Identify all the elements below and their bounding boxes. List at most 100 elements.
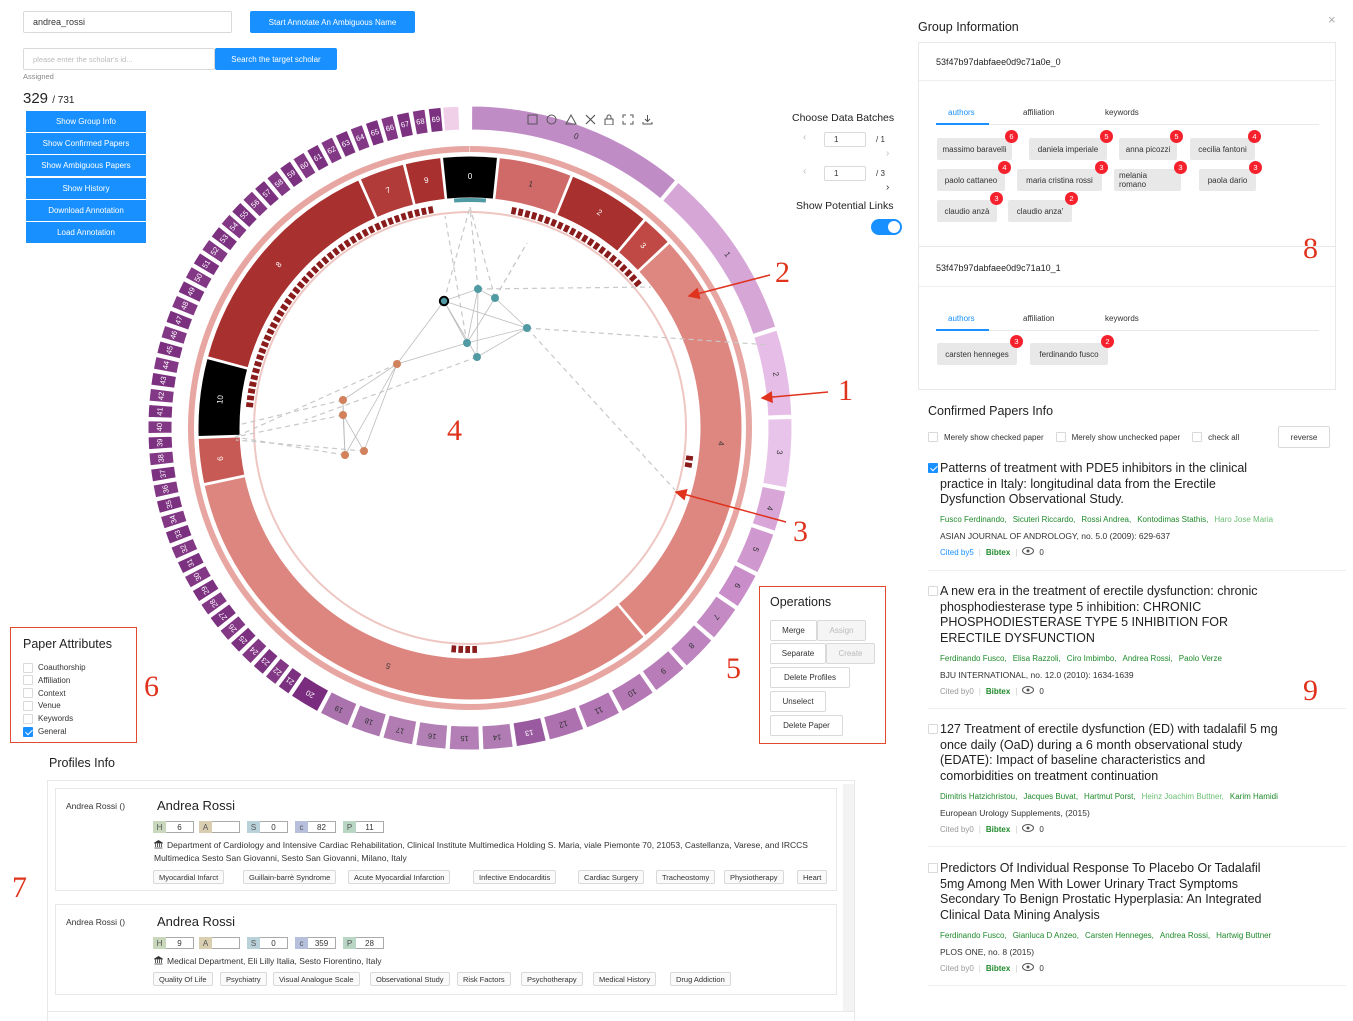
attribute-checkbox-context[interactable] <box>23 688 33 699</box>
profile-keyword[interactable]: Physiotherapy <box>724 870 784 884</box>
bibtex-link[interactable]: Bibtex <box>986 825 1010 834</box>
paper-author[interactable]: Hartmut Porst, <box>1084 792 1136 801</box>
paper-author[interactable]: Andrea Rossi, <box>1123 654 1173 663</box>
author-chip[interactable]: melania romano 3 <box>1114 161 1187 191</box>
paper-author[interactable]: Karim Hamidi <box>1230 792 1278 801</box>
check-all-checkbox[interactable] <box>1192 432 1203 442</box>
start-annotate-button[interactable]: Start Annotate An Ambiguous Name <box>250 11 415 33</box>
author-chip[interactable]: massimo baravelli 6 <box>937 130 1018 160</box>
author-chip[interactable]: claudio anzà 3 <box>937 192 1003 222</box>
inner-ring-segment[interactable] <box>206 179 377 369</box>
checked-only-checkbox[interactable] <box>928 432 938 442</box>
bibtex-link[interactable]: Bibtex <box>986 964 1010 973</box>
profile-keyword[interactable]: Myocardial Infarct <box>153 870 225 884</box>
paper-node[interactable] <box>339 396 347 404</box>
fullscreen-icon[interactable] <box>622 114 634 125</box>
group-info-close-icon[interactable]: × <box>1328 12 1336 27</box>
paper-node[interactable] <box>463 339 471 347</box>
square-select-icon[interactable] <box>527 114 538 125</box>
bibtex-link[interactable]: Bibtex <box>986 548 1010 557</box>
circle-select-icon[interactable] <box>546 114 557 125</box>
group-tab-authors[interactable]: authors <box>948 314 975 323</box>
paper-checkbox[interactable] <box>928 724 938 734</box>
menu-button-show-history[interactable]: Show History <box>26 178 146 199</box>
profile-keyword[interactable]: Medical History <box>593 972 657 986</box>
paper-author[interactable]: Gianluca D Anzeo, <box>1013 931 1079 940</box>
attribute-checkbox-venue[interactable] <box>23 700 33 711</box>
attribute-row-venue[interactable]: Venue <box>23 700 61 711</box>
paper-author[interactable]: Kontodimas Stathis, <box>1137 515 1208 524</box>
author-chip[interactable]: anna picozzi 5 <box>1119 130 1183 160</box>
scholar-id-input[interactable]: please enter the scholar's id... <box>23 48 215 70</box>
author-chip[interactable]: carsten henneges 3 <box>937 335 1023 365</box>
paper-author[interactable]: Heinz Joachim Buttner, <box>1142 792 1224 801</box>
attribute-row-context[interactable]: Context <box>23 688 66 699</box>
paper-author[interactable]: Rossi Andrea, <box>1081 515 1131 524</box>
profile-keyword[interactable]: Heart <box>797 870 828 884</box>
merge-button[interactable]: Merge <box>770 620 817 641</box>
profile-keyword[interactable]: Acute Myocardial Infarction <box>348 870 451 884</box>
lock-icon[interactable] <box>604 114 614 125</box>
author-chip[interactable]: paolo cattaneo 4 <box>937 161 1011 191</box>
paper-node[interactable] <box>339 411 347 419</box>
batch1-input[interactable]: 1 <box>824 132 866 147</box>
author-chip[interactable]: cecilia fantoni 4 <box>1190 130 1261 160</box>
batch2-next-icon[interactable]: › <box>886 182 889 193</box>
profile-keyword[interactable]: Psychiatry <box>220 972 267 986</box>
paper-author[interactable]: Jacques Buvat, <box>1023 792 1078 801</box>
profile-keyword[interactable]: Risk Factors <box>457 972 511 986</box>
paper-author[interactable]: Dimitris Hatzichristou, <box>940 792 1017 801</box>
profiles-scrollbar[interactable] <box>843 784 854 1012</box>
potential-links-toggle[interactable] <box>871 219 902 235</box>
paper-cited[interactable]: Cited by0 <box>940 964 974 973</box>
paper-cited[interactable]: Cited by5 <box>940 548 974 557</box>
group-tab-keywords[interactable]: keywords <box>1105 314 1139 323</box>
group-tab-keywords[interactable]: keywords <box>1105 108 1139 117</box>
profile-keyword[interactable]: Visual Analogue Scale <box>273 972 360 986</box>
paper-title[interactable]: A new era in the treatment of erectile d… <box>940 584 1280 646</box>
paper-node[interactable] <box>474 285 482 293</box>
attribute-checkbox-coauthorship[interactable] <box>23 662 33 673</box>
close-icon[interactable] <box>585 114 596 125</box>
search-scholar-button[interactable]: Search the target scholar <box>215 48 337 70</box>
reverse-button[interactable]: reverse <box>1278 426 1330 448</box>
menu-button-show-confirmed-papers[interactable]: Show Confirmed Papers <box>26 133 146 154</box>
paper-node[interactable] <box>523 324 531 332</box>
triangle-select-icon[interactable] <box>565 114 577 125</box>
paper-checkbox[interactable] <box>928 463 938 473</box>
batch2-prev-icon[interactable]: ‹ <box>803 166 806 177</box>
paper-author[interactable]: Hartwig Buttner <box>1216 931 1271 940</box>
paper-author[interactable]: Carsten Henneges, <box>1085 931 1154 940</box>
paper-author[interactable]: Andrea Rossi, <box>1160 931 1210 940</box>
paper-author[interactable]: Ferdinando Fusco, <box>940 931 1007 940</box>
profile-keyword[interactable]: Cardiac Surgery <box>578 870 645 884</box>
paper-title[interactable]: 127 Treatment of erectile dysfunction (E… <box>940 722 1280 784</box>
assign-button[interactable]: Assign <box>817 620 866 641</box>
author-chip[interactable]: claudio anza' 2 <box>1008 192 1078 222</box>
attribute-row-coauthorship[interactable]: Coauthorship <box>23 662 86 673</box>
batch1-prev-icon[interactable]: ‹ <box>803 132 806 143</box>
profile-name[interactable]: Andrea Rossi <box>157 914 235 929</box>
paper-cited[interactable]: Cited by0 <box>940 687 974 696</box>
author-chip[interactable]: daniela imperiale 5 <box>1029 130 1113 160</box>
menu-button-download-annotation[interactable]: Download Annotation <box>26 200 146 221</box>
profile-keyword[interactable]: Drug Addiction <box>670 972 731 986</box>
paper-author[interactable]: Ciro Imbimbo, <box>1067 654 1117 663</box>
bibtex-link[interactable]: Bibtex <box>986 687 1010 696</box>
download-icon[interactable] <box>642 114 653 125</box>
paper-node[interactable] <box>393 360 401 368</box>
profile-keyword[interactable]: Observational Study <box>370 972 450 986</box>
author-chip[interactable]: maria cristina rossi 3 <box>1017 161 1108 191</box>
paper-author[interactable]: Sicuteri Riccardo, <box>1013 515 1076 524</box>
inner-ring-segment[interactable] <box>617 242 743 637</box>
menu-button-show-group-info[interactable]: Show Group Info <box>26 111 146 132</box>
paper-title[interactable]: Predictors Of Individual Response To Pla… <box>940 861 1280 923</box>
unselect-button[interactable]: Unselect <box>770 691 826 712</box>
unchecked-only-checkbox[interactable] <box>1055 432 1066 442</box>
outer-ring-segment-last[interactable] <box>442 105 461 132</box>
author-chip[interactable]: paola dario 3 <box>1199 161 1262 191</box>
paper-author[interactable]: Haro Jose Maria <box>1214 515 1273 524</box>
menu-button-show-ambiguous-papers[interactable]: Show Ambiguous Papers <box>26 155 146 176</box>
delete-paper-button[interactable]: Delete Paper <box>770 715 843 736</box>
radial-visualization[interactable]: 0123456789101112131415161718192021222324… <box>140 100 800 760</box>
